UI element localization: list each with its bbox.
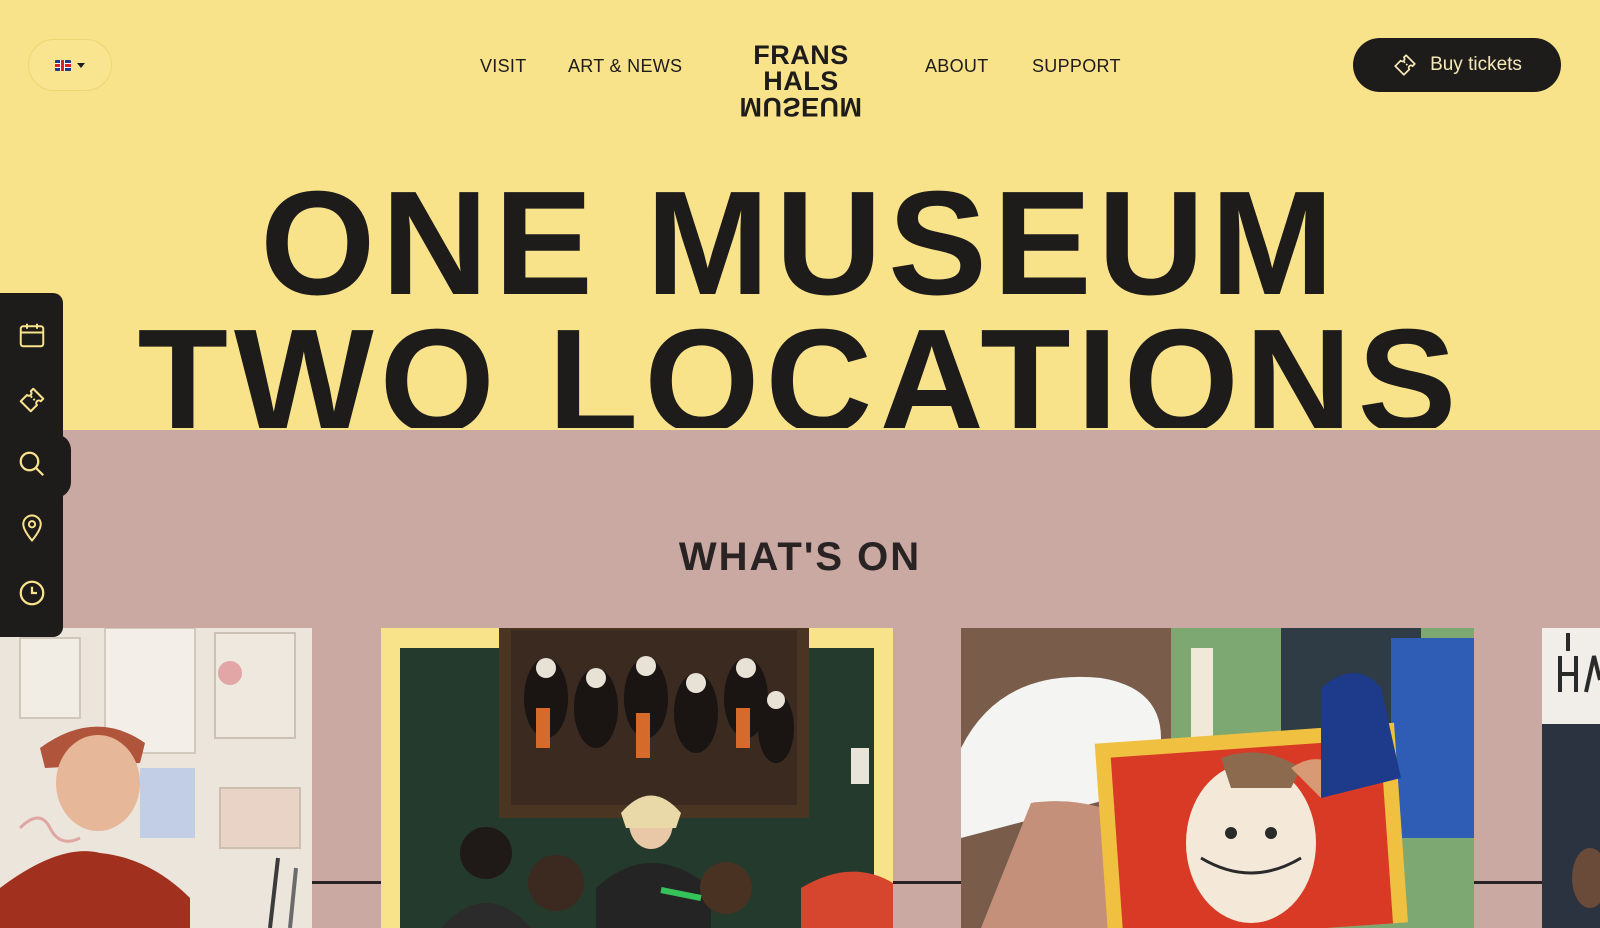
caret-down-icon <box>77 62 85 68</box>
clock-icon <box>19 580 44 606</box>
hero-line-1: ONE MUSEUM <box>260 161 1340 326</box>
card-image <box>961 628 1474 928</box>
calendar-icon <box>19 323 44 348</box>
buy-tickets-label: Buy tickets <box>1430 54 1522 75</box>
card-image <box>1542 628 1600 928</box>
card-divider <box>893 881 961 884</box>
event-card[interactable] <box>1542 628 1600 928</box>
event-card[interactable] <box>381 628 893 928</box>
nav-art-news[interactable]: ART & NEWS <box>568 56 682 77</box>
event-card[interactable] <box>0 628 312 928</box>
ticket-icon <box>1394 54 1416 76</box>
side-calendar-button[interactable] <box>0 307 63 363</box>
logo-bottom-text: MUSEUM <box>739 92 863 122</box>
ticket-icon <box>19 387 44 413</box>
card-divider <box>312 881 381 884</box>
side-tickets-button[interactable] <box>0 372 63 428</box>
hero-line-2: TWO LOCATIONS <box>137 308 1463 428</box>
event-card[interactable] <box>961 628 1474 928</box>
language-selector[interactable] <box>28 39 112 91</box>
search-icon <box>19 451 44 477</box>
museum-logo[interactable]: FRANS HALS MUSEUM <box>716 40 886 123</box>
logo-top-text: FRANS HALS <box>753 40 849 96</box>
card-image <box>381 628 893 928</box>
side-search-button[interactable] <box>0 436 63 492</box>
nav-about[interactable]: ABOUT <box>925 56 989 77</box>
side-hours-button[interactable] <box>0 565 63 621</box>
card-image <box>0 628 312 928</box>
side-location-button[interactable] <box>0 500 63 556</box>
whats-on-title: WHAT'S ON <box>678 535 922 579</box>
buy-tickets-button[interactable]: Buy tickets <box>1353 38 1561 92</box>
hero-title: ONE MUSEUM TWO LOCATIONS <box>0 161 1600 429</box>
location-pin-icon <box>21 514 42 543</box>
uk-flag-icon <box>55 59 71 71</box>
nav-support[interactable]: SUPPORT <box>1032 56 1121 77</box>
nav-visit[interactable]: VISIT <box>480 56 527 77</box>
card-divider <box>1474 881 1542 884</box>
